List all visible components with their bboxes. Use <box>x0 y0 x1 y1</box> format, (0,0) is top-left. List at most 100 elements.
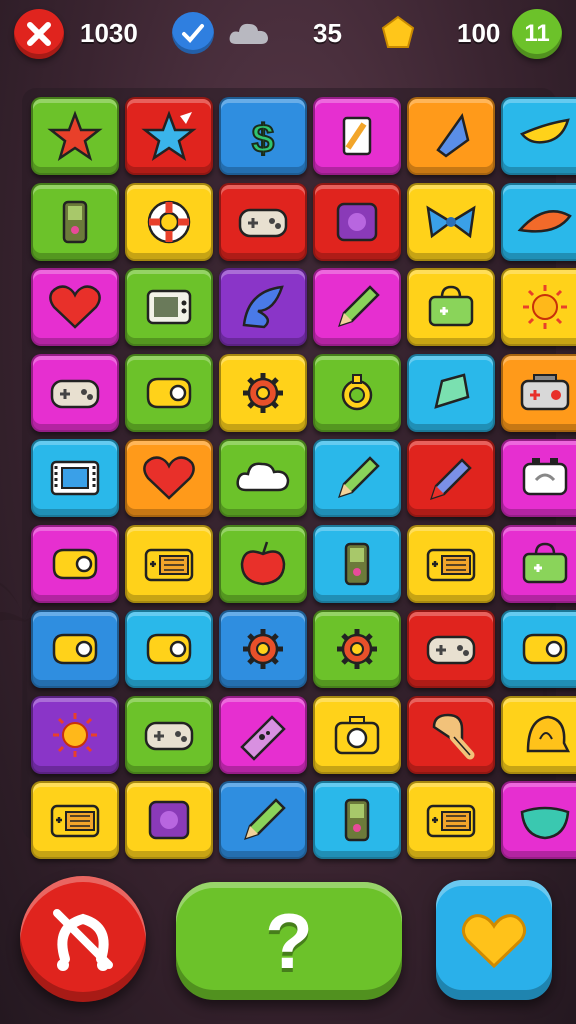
tile-bow[interactable] <box>407 182 495 261</box>
tile-bag[interactable] <box>407 268 495 346</box>
tile-console[interactable] <box>31 781 119 859</box>
sun-icon <box>53 712 97 757</box>
tile-battery[interactable] <box>501 439 576 517</box>
tile-controller[interactable] <box>125 610 213 688</box>
tile-hat[interactable] <box>501 182 576 261</box>
tile-heart[interactable] <box>31 268 119 346</box>
bandage-icon <box>240 714 286 761</box>
tile-controller[interactable] <box>31 610 119 688</box>
film-icon <box>50 460 100 496</box>
checklist-avatar[interactable] <box>172 12 214 54</box>
console-icon <box>144 548 194 581</box>
tile-gem[interactable] <box>407 353 495 432</box>
score-count: 100 <box>457 18 501 48</box>
cartridge-icon <box>148 800 190 840</box>
cancel-horseshoe-icon <box>53 909 113 971</box>
tile-lifebuoy[interactable] <box>125 182 213 261</box>
pencil-icon <box>244 798 286 840</box>
moves-count: 35 <box>313 18 342 48</box>
tile-pencil[interactable] <box>219 781 307 859</box>
gamepad-icon <box>426 635 476 665</box>
tile-bandage[interactable] <box>219 695 307 774</box>
tile-gear[interactable] <box>313 610 401 688</box>
tile-console[interactable] <box>125 524 213 603</box>
bell-icon <box>526 715 571 752</box>
tile-gamepad[interactable] <box>125 695 213 774</box>
tile-bowl[interactable] <box>501 781 576 859</box>
pause-label: 11 <box>524 20 550 47</box>
radio-icon <box>520 373 570 410</box>
tile-bell[interactable] <box>501 695 576 774</box>
tile-handheld[interactable] <box>313 781 401 859</box>
tile-pencil[interactable] <box>313 268 401 346</box>
tile-sun[interactable] <box>31 695 119 774</box>
tile-controller[interactable] <box>125 353 213 432</box>
hint-label: ? <box>265 896 313 985</box>
close-x-icon <box>27 22 51 46</box>
tile-glove[interactable] <box>407 695 495 774</box>
tile-dollar[interactable]: $ <box>219 97 307 175</box>
controller-icon <box>146 633 192 665</box>
bag-icon <box>522 542 568 583</box>
controller-icon <box>52 633 98 665</box>
console-icon <box>50 804 100 838</box>
tile-star-blue[interactable] <box>125 97 213 175</box>
battery-icon <box>522 458 568 496</box>
close-button[interactable] <box>14 9 64 59</box>
hint-button[interactable]: ? <box>176 882 402 1000</box>
tile-gamepad[interactable] <box>31 353 119 432</box>
tile-ring[interactable] <box>313 353 401 432</box>
tile-card[interactable] <box>313 97 401 175</box>
tile-cartridge[interactable] <box>313 182 401 261</box>
tile-handheld[interactable] <box>31 182 119 261</box>
tile-gear[interactable] <box>219 353 307 432</box>
tile-radio[interactable] <box>501 353 576 432</box>
handheld-icon <box>62 200 88 243</box>
tile-cartridge[interactable] <box>125 781 213 859</box>
tile-heart[interactable] <box>125 439 213 517</box>
pencil-icon <box>338 285 380 327</box>
apple-icon <box>240 541 286 585</box>
tile-tv[interactable] <box>125 268 213 346</box>
tile-camera[interactable] <box>313 695 401 774</box>
cloud-icon <box>236 462 290 492</box>
favorite-button[interactable] <box>436 880 552 1000</box>
tile-film[interactable] <box>31 439 119 517</box>
tile-apple[interactable] <box>219 524 307 603</box>
gear-icon <box>243 629 283 669</box>
tile-handheld[interactable] <box>313 524 401 603</box>
gamepad-icon <box>144 721 194 750</box>
pause-button[interactable]: 11 <box>512 9 562 59</box>
gem-icon <box>434 372 470 409</box>
cancel-button[interactable] <box>20 876 146 1002</box>
star-blue-icon <box>141 110 197 161</box>
top-hud: 1030 35 100 11 <box>0 0 576 70</box>
tile-controller[interactable] <box>501 610 576 688</box>
tile-console[interactable] <box>407 524 495 603</box>
handheld-icon <box>344 798 370 842</box>
cartridge-icon <box>336 202 378 241</box>
tile-cloud[interactable] <box>219 439 307 517</box>
controller-icon <box>52 548 98 579</box>
tile-pen[interactable] <box>407 439 495 517</box>
tile-gear[interactable] <box>219 610 307 688</box>
tile-star[interactable] <box>31 97 119 175</box>
tile-pencil[interactable] <box>313 439 401 517</box>
tile-gamepad[interactable] <box>219 182 307 261</box>
tile-console[interactable] <box>407 781 495 859</box>
gear-icon <box>243 372 283 413</box>
sun-icon <box>523 285 567 329</box>
tile-kite[interactable] <box>407 97 495 175</box>
heart-icon <box>143 456 195 500</box>
lifebuoy-icon <box>147 200 191 243</box>
tile-sun[interactable] <box>501 268 576 346</box>
tile-bag[interactable] <box>501 524 576 603</box>
tile-controller[interactable] <box>31 524 119 603</box>
controller-icon <box>522 633 568 665</box>
pen-icon <box>430 458 472 500</box>
tile-leaf[interactable] <box>219 268 307 346</box>
bowl-icon <box>520 806 570 840</box>
tile-gamepad[interactable] <box>407 610 495 688</box>
tile-banana[interactable] <box>501 97 576 175</box>
dollar-icon: $ <box>251 116 275 162</box>
